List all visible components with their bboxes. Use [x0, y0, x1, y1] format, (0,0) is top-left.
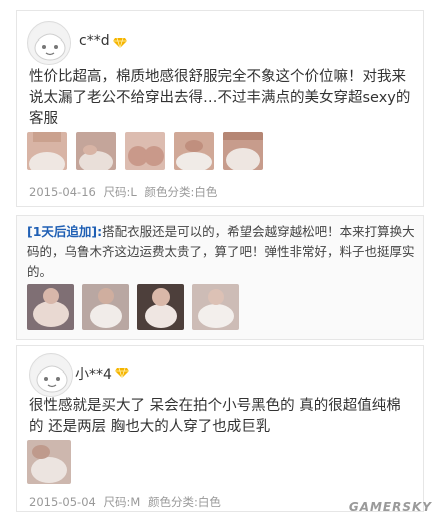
review-photos: [27, 132, 263, 170]
size-label: 尺码:: [103, 185, 131, 199]
watermark: GAMERSKY: [348, 500, 432, 514]
append-text: [1天后追加]:搭配衣服还是可以的，希望会越穿越松吧！本来打算换大码的，乌鲁木齐…: [27, 222, 415, 282]
avatar-face-icon: [31, 355, 72, 396]
color-value: 白色: [194, 185, 218, 199]
append-photos: [27, 284, 239, 330]
review-photo[interactable]: [76, 132, 116, 170]
username[interactable]: 小**4: [75, 364, 112, 384]
size-label: 尺码:: [103, 495, 131, 509]
append-photo[interactable]: [192, 284, 239, 330]
append-photo[interactable]: [137, 284, 184, 330]
vip-diamond-icon: [113, 38, 127, 48]
append-photo[interactable]: [27, 284, 74, 330]
review-photo[interactable]: [125, 132, 165, 170]
vip-diamond-icon: [115, 368, 129, 378]
review-card: 小**4 很性感就是买大了 呆会在拍个小号黑色的 真的很超值纯棉的 还是两层 胸…: [16, 345, 424, 512]
append-tag: [1天后追加]:: [27, 224, 103, 239]
review-photo[interactable]: [27, 132, 67, 170]
review-photo[interactable]: [223, 132, 263, 170]
color-label: 颜色分类:: [147, 495, 198, 509]
avatar[interactable]: [29, 353, 73, 397]
review-text: 性价比超高，棉质地感很舒服完全不象这个价位嘛！对我来说太漏了老公不给穿出去得…不…: [29, 69, 411, 127]
username[interactable]: c**d: [79, 33, 110, 49]
size-value: L: [130, 185, 137, 199]
size-value: M: [130, 495, 141, 509]
review-date: 2015-05-04: [29, 495, 96, 509]
append-review-card: [1天后追加]:搭配衣服还是可以的，希望会越穿越松吧！本来打算换大码的，乌鲁木齐…: [16, 215, 424, 340]
review-photo[interactable]: [174, 132, 214, 170]
append-photo[interactable]: [82, 284, 129, 330]
review-card: c**d 性价比超高，棉质地感很舒服完全不象这个价位嘛！对我来说太漏了老公不给穿…: [16, 10, 424, 207]
color-value: 白色: [197, 495, 221, 509]
color-label: 颜色分类:: [144, 185, 195, 199]
review-date: 2015-04-16: [29, 185, 96, 199]
review-meta: 2015-04-16 尺码:L 颜色分类:白色: [29, 184, 221, 200]
avatar[interactable]: [27, 21, 71, 65]
review-text: 很性感就是买大了 呆会在拍个小号黑色的 真的很超值纯棉的 还是两层 胸也大的人穿…: [29, 398, 401, 435]
avatar-face-icon: [29, 23, 70, 64]
review-photo[interactable]: [27, 440, 71, 484]
review-meta: 2015-05-04 尺码:M 颜色分类:白色: [29, 494, 225, 510]
review-photos: [27, 440, 71, 484]
